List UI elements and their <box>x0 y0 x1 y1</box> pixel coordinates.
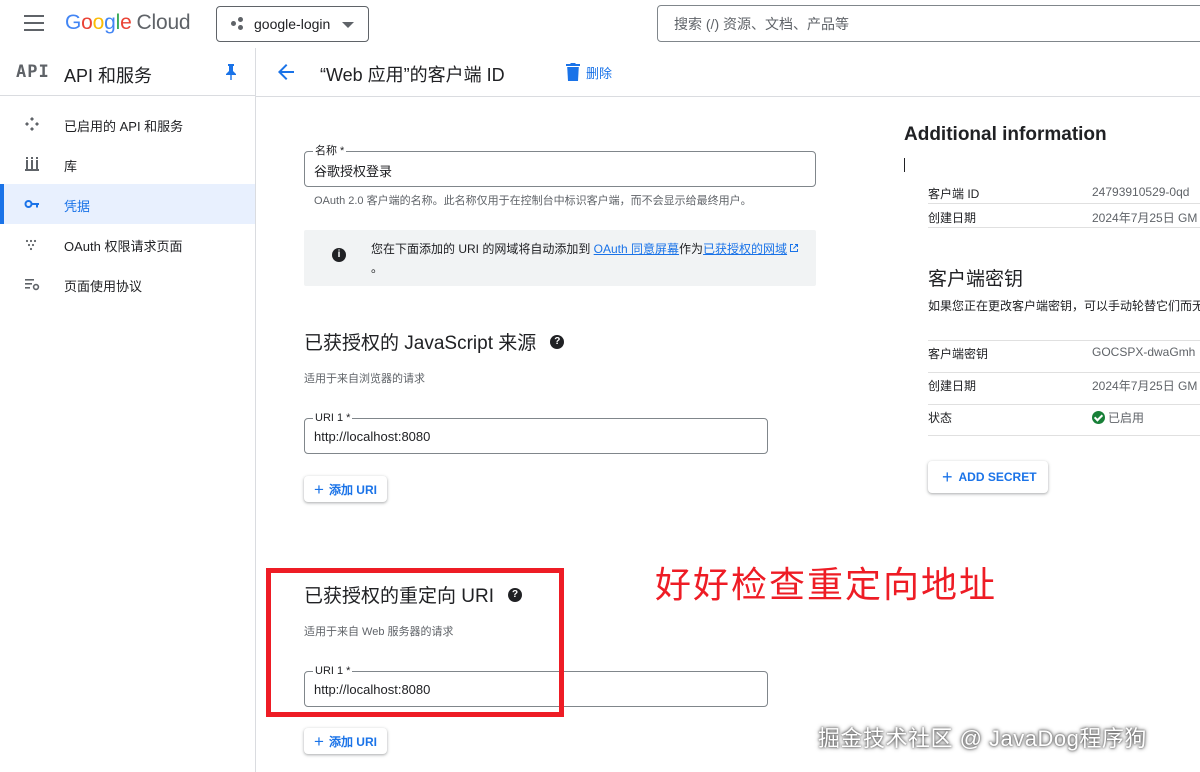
info-text-after: 。 <box>371 261 384 275</box>
plus-icon: + <box>942 466 953 487</box>
top-bar: Google Cloud google-login 搜索 (/) 资源、文档、产品… <box>0 0 1200 48</box>
info-icon: i <box>332 248 346 262</box>
dots-consent-icon <box>25 239 37 251</box>
info-text: 您在下面添加的 URI 的网域将自动添加到 OAuth 同意屏幕作为已获授权的网… <box>371 240 801 278</box>
sidebar-nav: 已启用的 API 和服务 库 凭据 OAuth 权限请求页面 页面使用协议 <box>0 104 255 304</box>
created-date-key: 创建日期 <box>928 211 977 225</box>
annotation-text: 好好检查重定向地址 <box>655 565 998 606</box>
add-secret-button[interactable]: + ADD SECRET <box>928 461 1048 493</box>
add-secret-label: ADD SECRET <box>958 470 1037 484</box>
secret-status-row: 状态 已启用 <box>928 404 1200 436</box>
sidebar-item-page-agreement[interactable]: 页面使用协议 <box>0 264 255 304</box>
created-date-row: 创建日期 2024年7月25日 GM <box>928 204 1200 228</box>
project-selector[interactable]: google-login <box>216 6 369 42</box>
sidebar-item-library[interactable]: 库 <box>0 144 255 184</box>
settings-list-icon <box>25 279 40 291</box>
secret-status-value: 已启用 <box>1092 409 1144 426</box>
sidebar-item-label: OAuth 权限请求页面 <box>64 239 183 254</box>
authorized-domains-link[interactable]: 已获授权的网域 <box>703 242 787 256</box>
sidebar-item-credentials[interactable]: 凭据 <box>0 184 255 224</box>
back-arrow-icon[interactable] <box>274 60 298 84</box>
name-field-hint: OAuth 2.0 客户端的名称。此名称仅用于在控制台中标识客户端，而不会显示给… <box>314 195 752 207</box>
js-origins-title-text: 已获授权的 JavaScript 来源 <box>304 333 537 354</box>
add-redirect-uri-label: 添加 URI <box>328 734 377 749</box>
client-id-row: 客户端 ID 24793910529-0qd <box>928 180 1200 204</box>
js-origin-uri-label: URI 1 * <box>313 412 353 424</box>
pin-icon[interactable] <box>225 64 237 80</box>
client-secret-key: 客户端密钥 <box>928 347 989 361</box>
name-field[interactable]: 名称 * 谷歌授权登录 <box>304 145 816 187</box>
page-title: “Web 应用”的客户端 ID <box>320 65 505 85</box>
search-input[interactable]: 搜索 (/) 资源、文档、产品等 <box>657 5 1200 42</box>
help-icon[interactable]: ? <box>550 334 565 349</box>
sidebar-header: API API 和服务 <box>0 48 255 96</box>
info-box: i 您在下面添加的 URI 的网域将自动添加到 OAuth 同意屏幕作为已获授权… <box>304 230 816 286</box>
client-id-key: 客户端 ID <box>928 187 980 201</box>
client-id-value[interactable]: 24793910529-0qd <box>1092 185 1189 199</box>
oauth-consent-link[interactable]: OAuth 同意屏幕 <box>594 242 679 256</box>
watermark: 掘金技术社区 @ JavaDog程序狗 <box>818 726 1147 751</box>
delete-button[interactable]: 删除 <box>566 61 612 83</box>
sidebar-item-label: 已启用的 API 和服务 <box>64 119 184 134</box>
name-field-label: 名称 * <box>313 145 347 157</box>
client-secret-desc: 如果您正在更改客户端密钥，可以手动轮替它们而无 <box>928 299 1200 313</box>
name-field-value: 谷歌授权登录 <box>314 164 393 179</box>
additional-info-title: Additional information <box>904 124 1107 145</box>
secret-created-value: 2024年7月25日 GM <box>1092 379 1198 393</box>
external-link-icon <box>790 244 799 252</box>
sidebar: API API 和服务 已启用的 API 和服务 库 凭据 OAuth 权限请求… <box>0 48 256 772</box>
sidebar-item-label: 页面使用协议 <box>64 279 143 294</box>
client-secret-row: 客户端密钥 GOCSPX-dwaGmh <box>928 340 1200 372</box>
google-cloud-logo[interactable]: Google Cloud <box>65 11 191 35</box>
add-redirect-uri-button[interactable]: + 添加 URI <box>304 728 387 754</box>
annotation-highlight-box <box>266 568 564 717</box>
sidebar-item-oauth-consent[interactable]: OAuth 权限请求页面 <box>0 224 255 264</box>
sidebar-item-label: 凭据 <box>64 199 91 214</box>
created-date-value: 2024年7月25日 GM <box>1092 211 1198 225</box>
chevron-down-icon <box>342 22 354 28</box>
logo-cloud-text: Cloud <box>136 11 191 34</box>
trash-icon <box>566 63 580 81</box>
plus-icon: + <box>314 479 324 499</box>
library-icon <box>25 157 39 171</box>
secret-created-row: 创建日期 2024年7月25日 GM <box>928 372 1200 404</box>
add-js-origin-label: 添加 URI <box>328 482 377 497</box>
content-header: “Web 应用”的客户端 ID 删除 <box>256 48 1200 97</box>
api-icon: API <box>16 62 50 82</box>
info-text-mid: 作为 <box>679 242 704 256</box>
info-text-before: 您在下面添加的 URI 的网域将自动添加到 <box>371 242 594 256</box>
delete-label: 删除 <box>586 65 613 81</box>
secret-created-key: 创建日期 <box>928 379 977 393</box>
client-secret-title: 客户端密钥 <box>928 269 1024 290</box>
js-origins-title: 已获授权的 JavaScript 来源 ? <box>304 328 565 355</box>
js-origin-uri-field[interactable]: URI 1 * http://localhost:8080 <box>304 412 768 454</box>
logo-google-text: Google <box>65 11 132 34</box>
sidebar-item-enabled-apis[interactable]: 已启用的 API 和服务 <box>0 104 255 144</box>
add-js-origin-button[interactable]: + 添加 URI <box>304 476 387 502</box>
plus-icon: + <box>314 731 324 751</box>
menu-icon[interactable] <box>24 15 44 31</box>
check-circle-icon <box>1092 411 1105 424</box>
text-cursor <box>904 158 905 172</box>
diamond-grid-icon <box>25 117 39 131</box>
search-placeholder: 搜索 (/) 资源、文档、产品等 <box>674 15 849 32</box>
project-icon <box>231 17 245 31</box>
sidebar-title: API 和服务 <box>64 66 153 86</box>
secret-status-text: 已启用 <box>1108 411 1145 425</box>
js-origins-subtitle: 适用于来自浏览器的请求 <box>304 373 425 385</box>
secret-status-key: 状态 <box>928 411 953 425</box>
project-name: google-login <box>254 16 331 32</box>
js-origin-uri-value: http://localhost:8080 <box>314 429 431 444</box>
client-secret-value[interactable]: GOCSPX-dwaGmh <box>1092 345 1195 359</box>
key-icon <box>24 200 39 208</box>
sidebar-item-label: 库 <box>64 159 78 174</box>
